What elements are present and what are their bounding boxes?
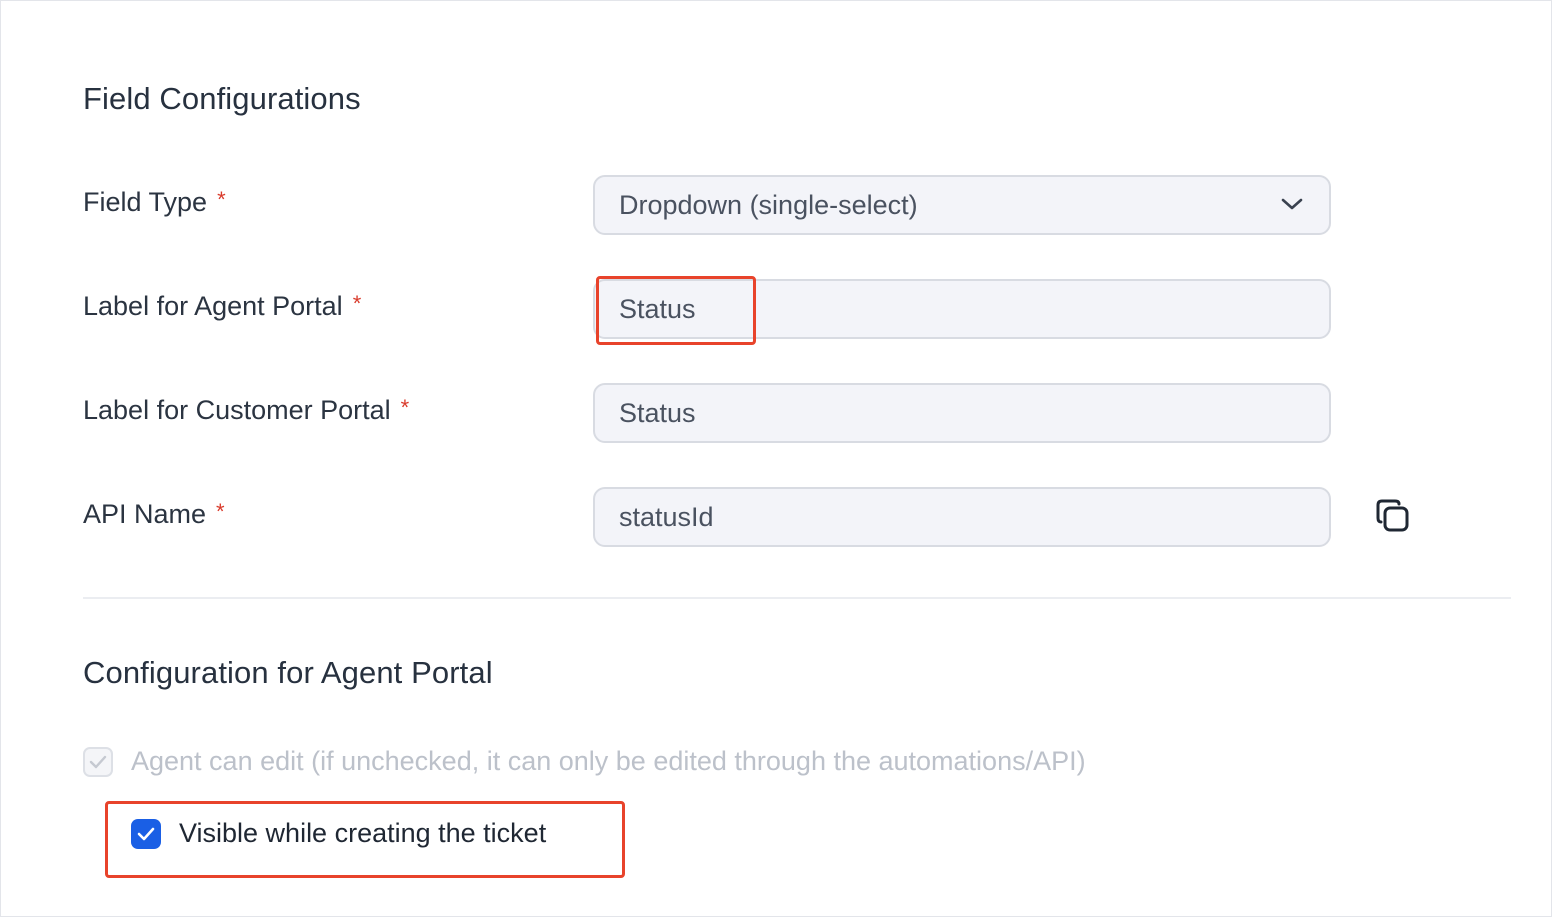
section-divider <box>83 597 1511 599</box>
chevron-down-icon <box>1281 198 1303 210</box>
agent-label-highlight-box <box>596 276 756 345</box>
required-marker: * <box>352 291 362 316</box>
api-name-label-text: API Name <box>83 499 207 529</box>
api-name-value: statusId <box>619 502 714 532</box>
api-name-input[interactable]: statusId <box>593 487 1331 547</box>
customer-portal-label: Label for Customer Portal * <box>83 395 409 426</box>
agent-portal-config-heading: Configuration for Agent Portal <box>83 655 493 690</box>
check-icon <box>89 755 107 768</box>
agent-portal-label: Label for Agent Portal * <box>83 291 361 322</box>
visible-option-highlight-box <box>105 801 625 878</box>
agent-can-edit-label: Agent can edit (if unchecked, it can onl… <box>131 746 1086 776</box>
field-type-select[interactable]: Dropdown (single-select) <box>593 175 1331 235</box>
field-type-label-text: Field Type <box>83 187 208 217</box>
agent-portal-label-text: Label for Agent Portal <box>83 291 343 321</box>
copy-icon[interactable] <box>1373 496 1413 536</box>
customer-portal-label-input[interactable]: Status <box>593 383 1331 443</box>
field-configurations-heading: Field Configurations <box>83 81 361 116</box>
field-type-label: Field Type * <box>83 187 226 218</box>
agent-can-edit-option: Agent can edit (if unchecked, it can onl… <box>83 746 1086 777</box>
required-marker: * <box>217 187 226 212</box>
api-name-label: API Name * <box>83 499 225 530</box>
customer-portal-label-value: Status <box>619 398 696 428</box>
field-type-value: Dropdown (single-select) <box>619 190 918 220</box>
required-marker: * <box>216 499 225 524</box>
customer-portal-label-text: Label for Customer Portal <box>83 395 391 425</box>
agent-can-edit-checkbox <box>83 746 113 777</box>
settings-panel: Field Configurations Field Type * Dropdow… <box>0 0 1552 917</box>
required-marker: * <box>400 395 410 420</box>
